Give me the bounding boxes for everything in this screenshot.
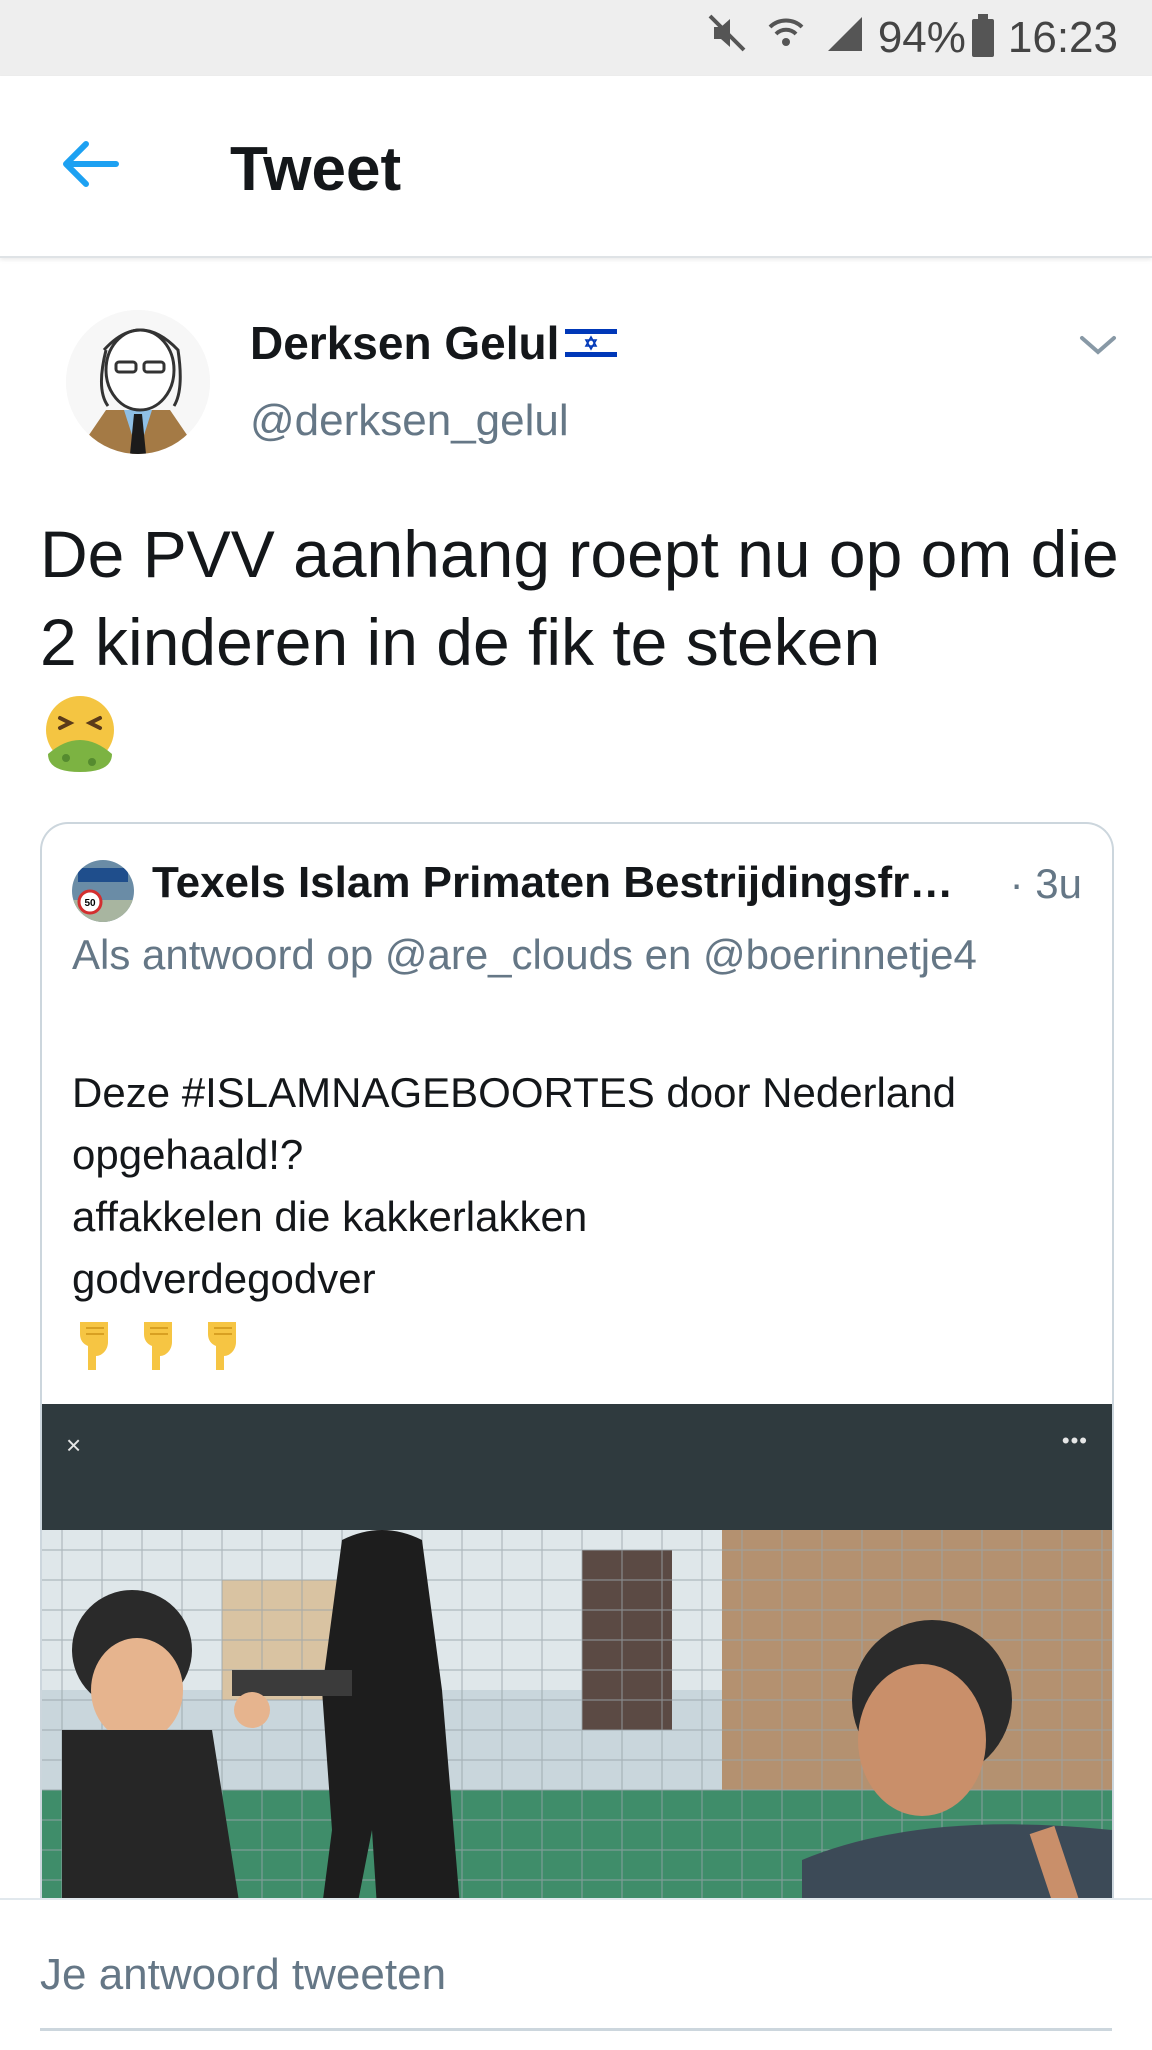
author-name[interactable]: Derksen Gelul (250, 316, 618, 370)
quoted-tweet[interactable]: 50 Texels Islam Primaten Bestrijdingsfr…… (40, 822, 1114, 1984)
author-handle[interactable]: @derksen_gelul (250, 396, 569, 446)
pointing-down-icon (80, 1322, 108, 1370)
avatar[interactable] (66, 310, 210, 454)
media-close-button[interactable]: × (66, 1430, 81, 1461)
battery-level: 94% (877, 13, 966, 62)
signal-icon (824, 13, 864, 64)
reply-bar: Je antwoord tweeten (0, 1898, 1152, 2050)
mute-icon (706, 12, 748, 65)
wifi-icon (766, 13, 806, 64)
quoted-author-name: Texels Islam Primaten Bestrijdingsfr… (152, 858, 954, 907)
media-toolbar: × ••• (42, 1404, 1112, 1530)
chevron-down-icon (1080, 336, 1116, 355)
quoted-media[interactable]: × ••• (42, 1404, 1112, 1984)
pointing-down-icon (208, 1322, 236, 1370)
tweet-author: Derksen Gelul @derksen_gelul (0, 290, 1152, 490)
quoted-timestamp: · 3u (1009, 860, 1082, 907)
reply-input-underline (40, 2028, 1112, 2031)
quoted-reply-context: Als antwoord op @are_clouds en @boerinne… (72, 931, 977, 978)
reply-input[interactable]: Je antwoord tweeten (40, 1950, 446, 2000)
app-header: Tweet (0, 76, 1152, 258)
israel-flag-icon (565, 326, 618, 360)
quoted-text: Deze #ISLAMNAGEBOORTES door Nederland op… (72, 1069, 956, 1302)
battery-icon (971, 14, 994, 57)
tweet-text: De PVV aanhang roept nu op om die 2 kind… (40, 517, 1119, 679)
page-title: Tweet (230, 135, 402, 204)
tweet-menu-button[interactable] (1078, 330, 1118, 360)
nauseated-face-icon (40, 692, 120, 772)
quoted-avatar: 50 (72, 860, 134, 922)
arrow-left-icon (63, 141, 119, 187)
pointing-down-icon (144, 1322, 172, 1370)
author-name-text: Derksen Gelul (250, 317, 560, 369)
status-clock: 16:23 (1007, 13, 1118, 62)
media-more-button[interactable]: ••• (1062, 1428, 1088, 1454)
status-bar: 94% 16:23 (0, 0, 1152, 76)
quoted-emoji-row (72, 1318, 248, 1374)
back-button[interactable] (56, 134, 126, 194)
svg-text:50: 50 (84, 898, 96, 909)
